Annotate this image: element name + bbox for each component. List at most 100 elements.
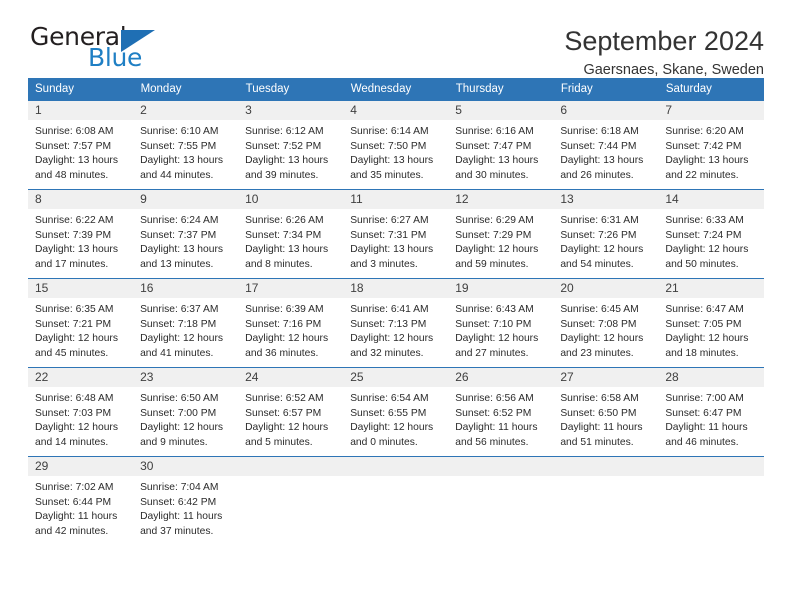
calendar-day-cell[interactable]: 27 Sunrise: 6:58 AM Sunset: 6:50 PM Dayligh… <box>553 367 659 457</box>
calendar-day-cell-empty <box>238 456 344 546</box>
calendar-day-cell[interactable]: 29 Sunrise: 7:02 AM Sunset: 6:44 PM Dayligh… <box>28 456 134 546</box>
sunrise-text: Sunrise: 6:20 AM <box>665 126 744 137</box>
day-number: 20 <box>553 279 659 298</box>
sunset-text: Sunset: 7:44 PM <box>560 140 637 152</box>
calendar-day-cell[interactable]: 11 Sunrise: 6:27 AM Sunset: 7:31 PM Dayligh… <box>343 189 449 279</box>
calendar-day-cell-empty <box>658 456 764 546</box>
calendar-week-row: 8 Sunrise: 6:22 AM Sunset: 7:39 PM Daylight… <box>28 189 764 279</box>
calendar-day-cell[interactable]: 9 Sunrise: 6:24 AM Sunset: 7:37 PM Daylight… <box>133 189 239 279</box>
day-number: 29 <box>28 457 134 476</box>
daylight-text-line1: Daylight: 13 hours <box>455 155 539 167</box>
daylight-text-line2: and 26 minutes. <box>560 169 634 181</box>
day-number: 30 <box>133 457 239 476</box>
day-number: 17 <box>238 279 344 298</box>
daylight-text-line2: and 5 minutes. <box>245 436 313 448</box>
sunset-text: Sunset: 7:55 PM <box>140 140 217 152</box>
calendar-day-cell[interactable]: 13 Sunrise: 6:31 AM Sunset: 7:26 PM Dayligh… <box>553 189 659 279</box>
daylight-text-line1: Daylight: 12 hours <box>665 333 749 345</box>
sunset-text: Sunset: 7:26 PM <box>560 229 637 241</box>
calendar-day-cell-empty <box>343 456 449 546</box>
daylight-text-line1: Daylight: 12 hours <box>560 333 644 345</box>
calendar-day-cell[interactable]: 5 Sunrise: 6:16 AM Sunset: 7:47 PM Daylight… <box>448 100 554 190</box>
daylight-text-line1: Daylight: 12 hours <box>35 333 118 345</box>
calendar-day-cell[interactable]: 26 Sunrise: 6:56 AM Sunset: 6:52 PM Dayligh… <box>448 367 554 457</box>
daylight-text-line1: Daylight: 11 hours <box>140 511 223 523</box>
calendar-day-cell[interactable]: 12 Sunrise: 6:29 AM Sunset: 7:29 PM Dayligh… <box>448 189 554 279</box>
sunset-text: Sunset: 7:50 PM <box>350 140 427 152</box>
calendar-day-cell[interactable]: 30 Sunrise: 7:04 AM Sunset: 6:42 PM Dayligh… <box>133 456 239 546</box>
day-number: 26 <box>448 368 554 387</box>
calendar-day-cell[interactable]: 10 Sunrise: 6:26 AM Sunset: 7:34 PM Dayligh… <box>238 189 344 279</box>
sunrise-text: Sunrise: 6:33 AM <box>665 215 744 226</box>
day-number: 1 <box>28 101 134 120</box>
calendar-day-cell[interactable]: 24 Sunrise: 6:52 AM Sunset: 6:57 PM Dayligh… <box>238 367 344 457</box>
calendar-day-cell[interactable]: 23 Sunrise: 6:50 AM Sunset: 7:00 PM Dayligh… <box>133 367 239 457</box>
calendar-day-cell[interactable]: 18 Sunrise: 6:41 AM Sunset: 7:13 PM Dayligh… <box>343 278 449 368</box>
calendar-day-cell[interactable]: 14 Sunrise: 6:33 AM Sunset: 7:24 PM Dayligh… <box>658 189 764 279</box>
sunrise-text: Sunrise: 6:50 AM <box>140 393 219 404</box>
day-details: Sunrise: 6:39 AM Sunset: 7:16 PM Daylight:… <box>238 298 343 361</box>
sunrise-text: Sunrise: 6:37 AM <box>140 304 219 315</box>
daylight-text-line2: and 41 minutes. <box>140 347 214 359</box>
day-number: 15 <box>28 279 134 298</box>
weekday-header-saturday: Saturday <box>658 78 765 101</box>
day-details: Sunrise: 6:27 AM Sunset: 7:31 PM Daylight:… <box>343 209 448 272</box>
sunset-text: Sunset: 7:57 PM <box>35 140 112 152</box>
sunrise-text: Sunrise: 6:39 AM <box>245 304 324 315</box>
daylight-text-line1: Daylight: 13 hours <box>140 244 224 256</box>
daylight-text-line2: and 8 minutes. <box>245 258 313 270</box>
calendar-day-cell[interactable]: 16 Sunrise: 6:37 AM Sunset: 7:18 PM Dayligh… <box>133 278 239 368</box>
calendar-grid: Sunday Monday Tuesday Wednesday Thursday… <box>28 78 765 546</box>
daylight-text-line2: and 54 minutes. <box>560 258 634 270</box>
calendar-day-cell[interactable]: 2 Sunrise: 6:10 AM Sunset: 7:55 PM Daylight… <box>133 100 239 190</box>
day-details: Sunrise: 6:43 AM Sunset: 7:10 PM Daylight:… <box>448 298 553 361</box>
calendar-day-cell-empty <box>448 456 554 546</box>
daylight-text-line1: Daylight: 11 hours <box>455 422 538 434</box>
daylight-text-line2: and 14 minutes. <box>35 436 109 448</box>
page-title: September 2024 <box>564 26 764 56</box>
sunrise-text: Sunrise: 6:56 AM <box>455 393 534 404</box>
sunrise-text: Sunrise: 6:24 AM <box>140 215 219 226</box>
sunrise-text: Sunrise: 6:22 AM <box>35 215 114 226</box>
day-number: 23 <box>133 368 239 387</box>
daylight-text-line2: and 27 minutes. <box>455 347 529 359</box>
calendar-day-cell[interactable]: 4 Sunrise: 6:14 AM Sunset: 7:50 PM Daylight… <box>343 100 449 190</box>
sunset-text: Sunset: 7:10 PM <box>455 318 532 330</box>
day-number <box>238 457 344 476</box>
day-number: 3 <box>238 101 344 120</box>
calendar-day-cell[interactable]: 8 Sunrise: 6:22 AM Sunset: 7:39 PM Daylight… <box>28 189 134 279</box>
daylight-text-line2: and 51 minutes. <box>560 436 634 448</box>
calendar-day-cell[interactable]: 15 Sunrise: 6:35 AM Sunset: 7:21 PM Dayligh… <box>28 278 134 368</box>
daylight-text-line1: Daylight: 12 hours <box>455 333 539 345</box>
daylight-text-line1: Daylight: 13 hours <box>560 155 644 167</box>
sunset-text: Sunset: 6:57 PM <box>245 407 322 419</box>
day-details: Sunrise: 6:12 AM Sunset: 7:52 PM Daylight:… <box>238 120 343 183</box>
daylight-text-line2: and 39 minutes. <box>245 169 319 181</box>
calendar-header-row: Sunday Monday Tuesday Wednesday Thursday… <box>28 78 765 101</box>
calendar-page: General Blue September 2024 Gaersnaes, S… <box>0 0 792 612</box>
day-number: 9 <box>133 190 239 209</box>
calendar-day-cell[interactable]: 21 Sunrise: 6:47 AM Sunset: 7:05 PM Dayligh… <box>658 278 764 368</box>
day-number: 6 <box>553 101 659 120</box>
calendar-day-cell[interactable]: 7 Sunrise: 6:20 AM Sunset: 7:42 PM Daylight… <box>658 100 764 190</box>
day-number: 10 <box>238 190 344 209</box>
calendar-day-cell[interactable]: 19 Sunrise: 6:43 AM Sunset: 7:10 PM Dayligh… <box>448 278 554 368</box>
day-number: 14 <box>658 190 764 209</box>
day-number: 16 <box>133 279 239 298</box>
daylight-text-line1: Daylight: 12 hours <box>140 333 224 345</box>
calendar-day-cell[interactable]: 22 Sunrise: 6:48 AM Sunset: 7:03 PM Dayligh… <box>28 367 134 457</box>
calendar-day-cell[interactable]: 17 Sunrise: 6:39 AM Sunset: 7:16 PM Dayligh… <box>238 278 344 368</box>
day-details: Sunrise: 6:26 AM Sunset: 7:34 PM Daylight:… <box>238 209 343 272</box>
calendar-day-cell[interactable]: 28 Sunrise: 7:00 AM Sunset: 6:47 PM Dayligh… <box>658 367 764 457</box>
calendar-day-cell[interactable]: 25 Sunrise: 6:54 AM Sunset: 6:55 PM Dayligh… <box>343 367 449 457</box>
day-details: Sunrise: 6:14 AM Sunset: 7:50 PM Daylight:… <box>343 120 448 183</box>
calendar-day-cell[interactable]: 1 Sunrise: 6:08 AM Sunset: 7:57 PM Daylight… <box>28 100 134 190</box>
daylight-text-line2: and 22 minutes. <box>665 169 739 181</box>
calendar-day-cell[interactable]: 6 Sunrise: 6:18 AM Sunset: 7:44 PM Daylight… <box>553 100 659 190</box>
daylight-text-line2: and 36 minutes. <box>245 347 319 359</box>
daylight-text-line1: Daylight: 13 hours <box>140 155 224 167</box>
sunrise-text: Sunrise: 7:02 AM <box>35 482 114 493</box>
calendar-day-cell[interactable]: 3 Sunrise: 6:12 AM Sunset: 7:52 PM Daylight… <box>238 100 344 190</box>
calendar-day-cell[interactable]: 20 Sunrise: 6:45 AM Sunset: 7:08 PM Dayligh… <box>553 278 659 368</box>
day-details: Sunrise: 6:22 AM Sunset: 7:39 PM Daylight:… <box>28 209 133 272</box>
